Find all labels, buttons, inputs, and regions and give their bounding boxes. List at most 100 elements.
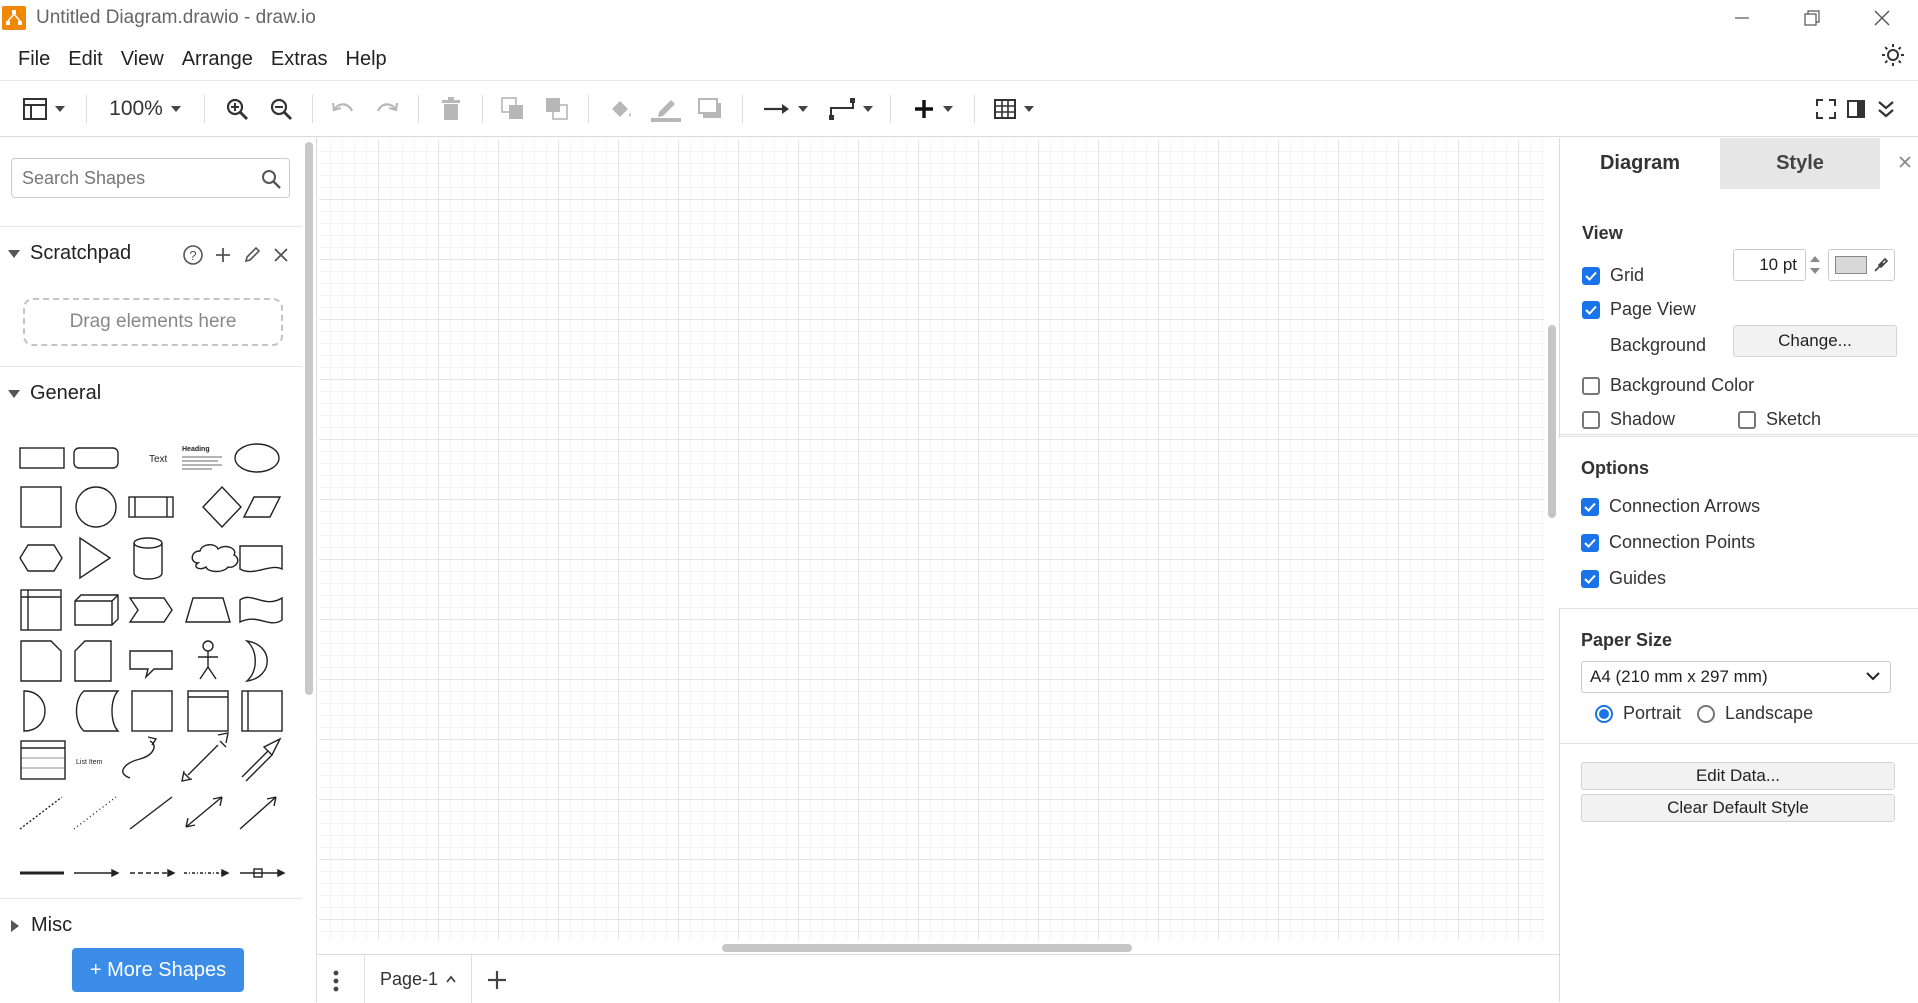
or-shape xyxy=(244,639,268,683)
redo-button[interactable] xyxy=(372,93,402,125)
restore-button[interactable] xyxy=(1782,0,1842,36)
connection-points-label: Connection Points xyxy=(1609,532,1756,552)
tape-shape xyxy=(239,596,283,624)
waypoints-button[interactable] xyxy=(826,93,876,125)
card-shape xyxy=(74,640,112,682)
directional-connector-shape xyxy=(239,796,277,830)
diagram-canvas[interactable] xyxy=(318,138,1544,954)
zoom-dropdown[interactable]: 100% xyxy=(104,93,186,125)
pages-menu-icon[interactable] xyxy=(332,969,340,993)
step-shape xyxy=(128,597,173,623)
parallelogram-shape xyxy=(242,496,282,518)
menu-arrange[interactable]: Arrange xyxy=(173,48,262,71)
bidirectional-arrow-shape xyxy=(183,740,227,780)
shadow-button[interactable] xyxy=(696,93,726,125)
to-back-button[interactable] xyxy=(542,93,572,125)
pencil-line-icon xyxy=(651,100,681,122)
title-bar: Untitled Diagram.drawio - draw.io xyxy=(0,0,1918,36)
checkbox-checked-icon xyxy=(1581,497,1599,516)
redo-icon xyxy=(376,102,399,112)
collapse-icon xyxy=(11,919,19,932)
paper-size-value: A4 (210 mm x 297 mm) xyxy=(1590,667,1768,686)
general-header[interactable]: General xyxy=(8,382,101,405)
panels-toggle-button[interactable] xyxy=(18,93,70,125)
collapse-toolbar-button[interactable] xyxy=(1874,93,1898,125)
line-color-button[interactable] xyxy=(650,93,682,125)
diamond-shape xyxy=(202,485,242,529)
misc-header[interactable]: Misc xyxy=(8,914,72,937)
clear-default-style-button[interactable]: Clear Default Style xyxy=(1581,794,1895,822)
table-button[interactable] xyxy=(990,93,1038,125)
edit-data-button[interactable]: Edit Data... xyxy=(1581,762,1895,790)
square-shape xyxy=(20,486,62,528)
portrait-label: Portrait xyxy=(1623,703,1682,723)
close-window-button[interactable] xyxy=(1852,0,1912,36)
fullscreen-icon xyxy=(1816,99,1836,119)
undo-button[interactable] xyxy=(328,93,358,125)
portrait-radio[interactable]: Portrait xyxy=(1595,703,1681,724)
callout-shape xyxy=(129,650,173,680)
zoom-out-icon xyxy=(270,98,292,120)
menu-file[interactable]: File xyxy=(9,48,59,71)
window-title: Untitled Diagram.drawio - draw.io xyxy=(36,7,316,28)
delay-shape xyxy=(23,690,46,732)
table-icon xyxy=(994,99,1016,119)
drawio-logo-icon xyxy=(2,6,26,30)
chevron-down-icon xyxy=(1866,672,1880,681)
landscape-label: Landscape xyxy=(1725,703,1814,723)
to-front-button[interactable] xyxy=(498,93,528,125)
help-icon[interactable]: ? xyxy=(182,244,204,266)
shapes-sidebar: Scratchpad ? Drag elements here General xyxy=(0,138,317,1002)
connection-style-button[interactable] xyxy=(758,93,814,125)
shadow-icon xyxy=(698,98,721,118)
insert-button[interactable] xyxy=(908,93,958,125)
dotted-line-shape xyxy=(73,796,117,830)
guides-checkbox[interactable]: Guides xyxy=(1581,568,1666,589)
paper-size-title: Paper Size xyxy=(1581,630,1673,650)
theme-toggle-button[interactable] xyxy=(1878,40,1908,70)
add-icon[interactable] xyxy=(213,245,233,265)
zoom-out-button[interactable] xyxy=(266,93,296,125)
chevron-up-icon[interactable] xyxy=(446,975,456,983)
format-panel-toggle-button[interactable] xyxy=(1844,93,1868,125)
sidebar-scrollbar[interactable] xyxy=(305,142,313,695)
scratchpad-header[interactable]: Scratchpad xyxy=(8,242,131,265)
diagram-page-grid[interactable] xyxy=(319,140,1544,940)
add-page-icon[interactable] xyxy=(486,969,508,991)
fullscreen-button[interactable] xyxy=(1814,93,1838,125)
sun-icon xyxy=(1882,44,1904,66)
actor-shape xyxy=(202,640,214,652)
ellipse-shape xyxy=(234,443,280,473)
curve-shape xyxy=(122,740,155,779)
expand-icon xyxy=(8,249,20,258)
search-shapes-input[interactable] xyxy=(11,158,290,198)
canvas-vertical-scrollbar[interactable] xyxy=(1548,325,1556,518)
zoom-in-button[interactable] xyxy=(222,93,252,125)
dashed-line-shape xyxy=(19,796,63,830)
zoom-level: 100% xyxy=(109,97,163,120)
list-shape xyxy=(20,740,66,780)
menu-edit[interactable]: Edit xyxy=(59,48,111,71)
page-tab-page-1[interactable]: Page-1 xyxy=(364,955,472,1003)
cube-shape xyxy=(74,594,119,626)
menu-view[interactable]: View xyxy=(112,48,173,71)
rounded-rectangle-shape xyxy=(73,447,119,469)
landscape-radio[interactable]: Landscape xyxy=(1697,703,1813,724)
svg-text:?: ? xyxy=(189,248,196,263)
canvas-horizontal-scrollbar[interactable] xyxy=(722,944,1132,952)
menu-help[interactable]: Help xyxy=(337,48,396,71)
connection-arrows-checkbox[interactable]: Connection Arrows xyxy=(1581,496,1760,517)
delete-button[interactable] xyxy=(436,93,466,125)
menu-extras[interactable]: Extras xyxy=(262,48,337,71)
scratchpad-dropzone[interactable]: Drag elements here xyxy=(23,298,283,346)
edit-icon[interactable] xyxy=(242,245,262,265)
general-title: General xyxy=(30,382,102,404)
more-shapes-button[interactable]: + More Shapes xyxy=(72,948,244,992)
menu-bar: File Edit View Arrange Extras Help xyxy=(0,40,1918,78)
fill-color-button[interactable] xyxy=(606,93,636,125)
close-icon[interactable] xyxy=(271,245,291,265)
connection-points-checkbox[interactable]: Connection Points xyxy=(1581,532,1755,553)
minimize-button[interactable] xyxy=(1712,0,1772,36)
paper-size-select[interactable]: A4 (210 mm x 297 mm) xyxy=(1581,661,1891,693)
search-icon[interactable] xyxy=(261,169,281,189)
